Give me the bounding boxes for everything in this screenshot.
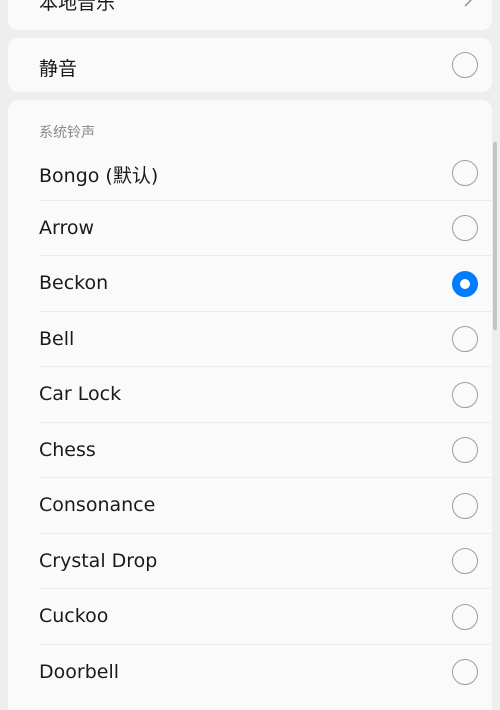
local-music-label: 本地音乐 <box>39 0 116 14</box>
ringtone-item[interactable]: Arrow <box>8 201 492 256</box>
ringtone-label: Car Lock <box>39 383 122 405</box>
ringtone-item[interactable]: Bongo (默认) <box>8 145 492 201</box>
ringtone-label: Bell <box>39 327 75 350</box>
radio-unselected-icon[interactable] <box>452 381 478 408</box>
ringtone-item[interactable]: Cuckoo <box>8 589 492 645</box>
ringtone-label: Bongo (默认) <box>39 165 159 187</box>
ringtone-list-card: 系统铃声 Bongo (默认) Arrow Beckon Bell Car Lock Ch… <box>8 100 492 710</box>
radio-unselected-icon[interactable] <box>452 326 478 353</box>
chevron-right-icon <box>464 0 473 7</box>
ringtone-item[interactable]: Doorbell <box>8 645 492 701</box>
section-header: 系统铃声 <box>39 125 95 141</box>
ringtone-item[interactable]: Bell <box>8 312 492 367</box>
radio-selected-icon[interactable] <box>452 270 478 297</box>
radio-unselected-icon[interactable] <box>452 659 478 686</box>
radio-unselected-icon[interactable] <box>452 492 478 519</box>
ringtone-item[interactable]: Crystal Drop <box>8 534 492 589</box>
ringtone-label: Doorbell <box>39 660 119 683</box>
mute-item[interactable]: 静音 <box>8 38 492 92</box>
radio-unselected-icon[interactable] <box>452 215 478 242</box>
ringtone-screen: 本地音乐 静音 系统铃声 Bongo (默认) Arrow Beckon Bell Ca… <box>0 0 500 710</box>
radio-unselected-icon[interactable] <box>452 159 478 186</box>
radio-unselected-icon[interactable] <box>452 603 478 630</box>
radio-unselected-icon[interactable] <box>452 437 478 464</box>
ringtone-label: Crystal Drop <box>39 549 158 572</box>
ringtone-label: Cuckoo <box>39 605 109 627</box>
scrollbar[interactable] <box>493 142 497 330</box>
ringtone-label: Arrow <box>39 216 95 239</box>
ringtone-label: Chess <box>39 438 96 461</box>
ringtone-label: Consonance <box>39 494 156 516</box>
ringtone-label: Beckon <box>39 272 109 294</box>
local-music-item[interactable]: 本地音乐 <box>8 0 492 30</box>
radio-unselected-icon[interactable] <box>452 548 478 575</box>
ringtone-item[interactable]: Consonance <box>8 478 492 534</box>
mute-label: 静音 <box>39 58 78 80</box>
ringtone-item[interactable]: Beckon <box>8 256 492 312</box>
mute-radio[interactable] <box>452 52 478 78</box>
ringtone-item[interactable]: Car Lock <box>8 367 492 423</box>
ringtone-list: Bongo (默认) Arrow Beckon Bell Car Lock Chess Co… <box>8 145 492 700</box>
ringtone-item[interactable]: Chess <box>8 423 492 478</box>
